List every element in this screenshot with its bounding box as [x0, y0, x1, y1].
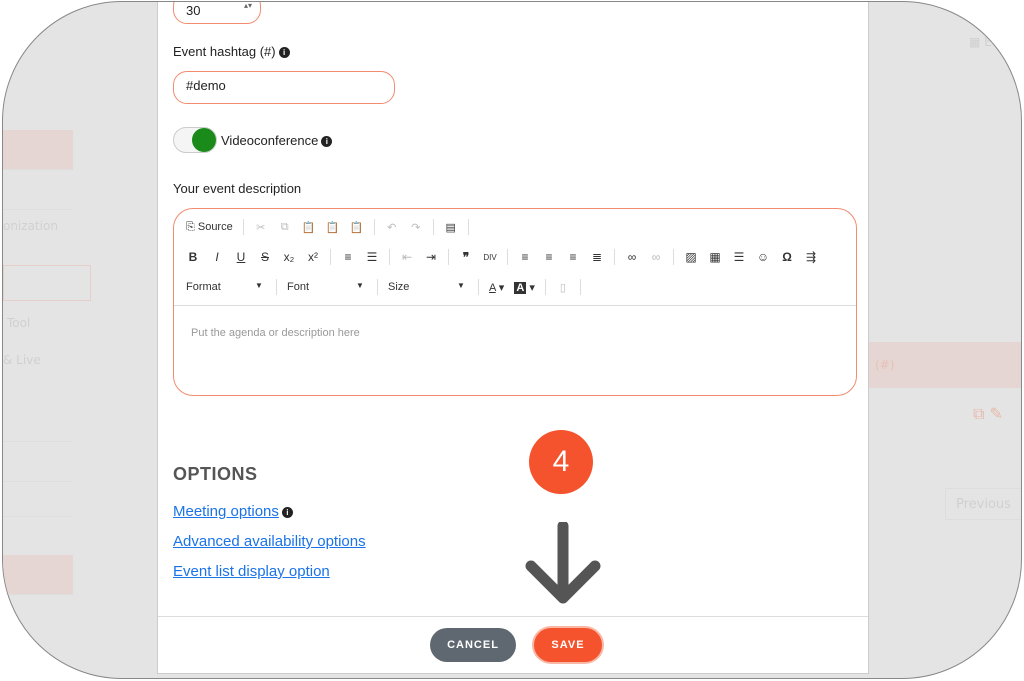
- special-char-icon[interactable]: Ω: [780, 250, 794, 264]
- table-icon[interactable]: ▦: [708, 250, 722, 264]
- arrow-down-icon: [525, 522, 601, 604]
- event-modal: 30 ▴▾ Event hashtag (#) i #demo Videoconfe…: [157, 2, 869, 674]
- editor-divider: [174, 305, 856, 306]
- div-icon[interactable]: DIV: [483, 253, 497, 262]
- unlink-icon[interactable]: ∞: [649, 250, 663, 264]
- indent-icon[interactable]: ⇥: [424, 250, 438, 264]
- editor-toolbar-row-3: Format ▼ Font ▼ Size ▼ A ▾ A ▾ ▯: [186, 279, 581, 295]
- bg-table-header-text: (#): [875, 358, 895, 372]
- hashtag-input[interactable]: #demo: [173, 71, 395, 104]
- bg-sidebar-row: [3, 477, 73, 517]
- copy-icon: ⧉ ✎: [973, 404, 1003, 423]
- outdent-icon[interactable]: ⇤: [400, 250, 414, 264]
- image-icon[interactable]: ▨: [684, 250, 698, 264]
- align-left-icon[interactable]: ≡: [518, 250, 532, 264]
- bg-sidebar-item: Tool: [7, 316, 31, 330]
- event-list-display-link[interactable]: Event list display option: [173, 563, 330, 580]
- chevron-down-icon: ▼: [457, 281, 465, 290]
- strike-icon[interactable]: S: [258, 250, 272, 264]
- duration-input[interactable]: 30 ▴▾: [173, 2, 261, 24]
- duration-value: 30: [186, 3, 201, 18]
- bg-previous-button: Previous: [945, 488, 1021, 520]
- videoconference-label: Videoconference i: [221, 133, 333, 148]
- bg-previous-text: Previous: [956, 497, 1011, 512]
- step-badge: 4: [529, 430, 593, 494]
- blockquote-icon[interactable]: ❞: [459, 250, 473, 264]
- editor-toolbar-row-2: B I U Sx₂ x² ≡ ☰ ⇤ ⇥ ❞ DIV ≡ ≡ ≡ ≣ ∞ ∞ ▨ ▦ ☰ ☺ Ω ⇶: [186, 249, 818, 265]
- cancel-button[interactable]: CANCEL: [430, 628, 516, 662]
- description-editor-body[interactable]: Put the agenda or description here: [191, 327, 360, 339]
- source-button[interactable]: ⎘ Source: [186, 221, 233, 234]
- paste-text-icon[interactable]: 📋: [326, 221, 340, 234]
- paste-word-icon[interactable]: 📋: [350, 221, 364, 234]
- maximize-icon[interactable]: ▯: [556, 281, 570, 294]
- align-center-icon[interactable]: ≡: [542, 250, 556, 264]
- rich-text-editor: ⎘ Source ✂ ⧉ 📋 📋 📋 ↶ ↷ ▤ B I U Sx₂ x² ≡ ☰ ⇤ ⇥ ❞ DIV ≡ ≡…: [173, 208, 857, 396]
- description-label: Your event description: [173, 181, 302, 196]
- format-label: Format: [186, 281, 221, 293]
- meeting-options-text: Meeting options: [173, 503, 279, 520]
- bg-sidebar-active: [3, 130, 73, 170]
- bg-sidebar-active: [3, 555, 73, 595]
- bg-language-text: E: [984, 35, 992, 49]
- stepper-icon[interactable]: ▴▾: [244, 2, 252, 10]
- link-icon[interactable]: ∞: [625, 250, 639, 264]
- numbered-list-icon[interactable]: ≡: [341, 250, 355, 264]
- chevron-down-icon: ▼: [356, 281, 364, 290]
- justify-icon[interactable]: ≣: [590, 250, 604, 264]
- bg-sidebar-row: [3, 402, 73, 442]
- videoconference-toggle[interactable]: [173, 127, 217, 153]
- text-color-icon[interactable]: A ▾: [489, 281, 504, 294]
- footer-divider: [158, 616, 868, 617]
- size-label: Size: [388, 281, 410, 293]
- align-right-icon[interactable]: ≡: [566, 250, 580, 264]
- cut-icon[interactable]: ✂: [254, 221, 268, 234]
- italic-icon[interactable]: I: [210, 250, 224, 264]
- editor-toolbar-row-1: ⎘ Source ✂ ⧉ 📋 📋 📋 ↶ ↷ ▤: [186, 219, 469, 235]
- horizontal-line-icon[interactable]: ☰: [732, 250, 746, 264]
- page-break-icon[interactable]: ⇶: [804, 250, 818, 264]
- bg-color-icon[interactable]: A ▾: [514, 281, 535, 294]
- copy-icon[interactable]: ⧉: [278, 221, 292, 234]
- bg-sidebar-row: [3, 442, 73, 482]
- chevron-down-icon: ▼: [255, 281, 263, 290]
- toggle-knob: [192, 128, 216, 152]
- info-icon[interactable]: i: [321, 136, 333, 147]
- bg-language: ▦ E: [969, 35, 992, 49]
- meeting-options-link[interactable]: Meeting options i: [173, 503, 293, 520]
- bg-table-header: (#): [869, 342, 1021, 388]
- screenshot-frame: onization Tool & Live (#) ⧉ ✎ Previous ▦…: [2, 1, 1022, 679]
- underline-icon[interactable]: U: [234, 250, 248, 264]
- bg-sidebar-item: & Live: [3, 353, 41, 367]
- bg-sidebar-item: onization: [3, 219, 58, 233]
- videoconference-label-text: Videoconference: [221, 133, 319, 148]
- paste-icon[interactable]: 📋: [302, 221, 316, 234]
- source-label: Source: [197, 220, 233, 233]
- bold-icon[interactable]: B: [186, 250, 200, 264]
- font-select[interactable]: Font ▼: [287, 281, 367, 293]
- font-label: Font: [287, 281, 310, 293]
- bullet-list-icon[interactable]: ☰: [365, 250, 379, 264]
- info-icon[interactable]: i: [278, 47, 290, 58]
- info-icon[interactable]: i: [281, 507, 293, 518]
- redo-icon[interactable]: ↷: [409, 221, 423, 234]
- subscript-icon[interactable]: x₂: [282, 250, 296, 264]
- hashtag-label-text: Event hashtag (#): [173, 44, 276, 59]
- bg-sidebar-input: [3, 265, 91, 301]
- format-select[interactable]: Format ▼: [186, 281, 266, 293]
- size-select[interactable]: Size ▼: [388, 281, 468, 293]
- hashtag-label: Event hashtag (#) i: [173, 44, 290, 59]
- smiley-icon[interactable]: ☺: [756, 250, 770, 264]
- bg-sidebar-row: [3, 170, 73, 210]
- options-title: OPTIONS: [173, 464, 258, 484]
- save-button[interactable]: SAVE: [534, 628, 602, 662]
- superscript-icon[interactable]: x²: [306, 250, 320, 264]
- undo-icon[interactable]: ↶: [385, 221, 399, 234]
- advanced-availability-link[interactable]: Advanced availability options: [173, 533, 366, 550]
- template-icon[interactable]: ▤: [444, 221, 458, 234]
